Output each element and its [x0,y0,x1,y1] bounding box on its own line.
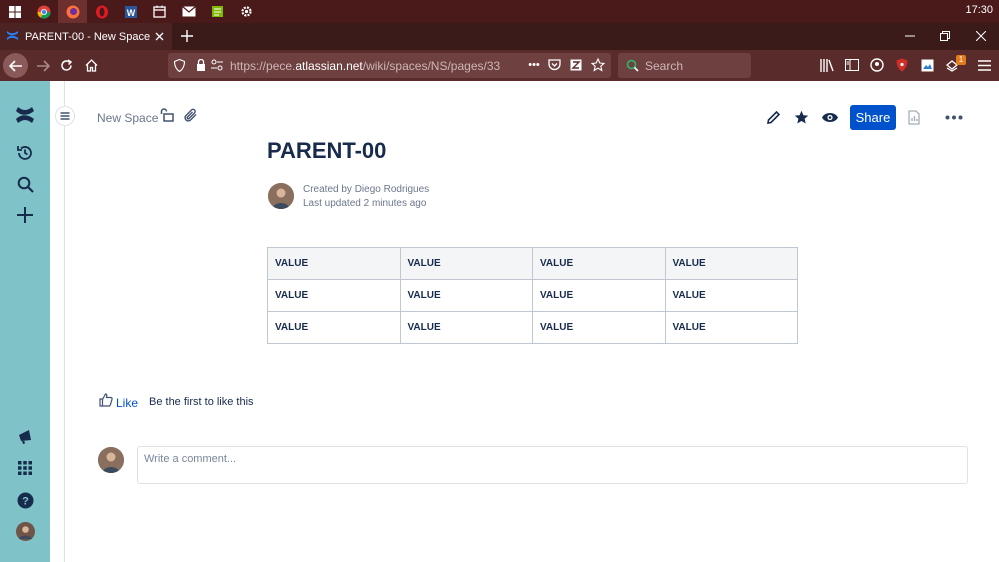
search-placeholder: Search [645,59,684,73]
expand-sidebar-icon[interactable] [55,106,75,126]
back-arrow-icon[interactable] [3,53,28,78]
reload-icon[interactable] [54,53,79,78]
home-icon[interactable] [79,53,104,78]
sidebar-toggle-icon[interactable] [844,57,860,73]
more-actions-icon[interactable] [944,107,964,127]
analytics-icon[interactable] [904,107,924,127]
confluence-logo-icon[interactable] [13,103,37,127]
opera-icon[interactable] [87,0,116,23]
table-cell: VALUE [664,311,798,344]
extension-badge: 1 [956,55,966,65]
profile-avatar[interactable] [13,519,37,543]
attachment-paperclip-icon[interactable] [182,106,200,124]
permissions-icon[interactable] [209,57,225,73]
last-updated[interactable]: Last updated 2 minutes ago [303,198,426,209]
restore-icon[interactable] [937,28,953,44]
system-clock[interactable]: 17:30 [965,4,993,16]
settings-icon[interactable] [232,0,261,23]
create-plus-icon[interactable] [13,203,37,227]
content-table: VALUE VALUE VALUE VALUE VALUE VALUE VALU… [267,247,798,344]
menu-icon[interactable] [976,57,992,73]
breadcrumb-space-link[interactable]: New Space [97,111,158,125]
table-row: VALUE VALUE VALUE VALUE [267,311,798,344]
sidebar-collapsed-edge [50,81,65,562]
page-title: PARENT-00 [267,138,387,163]
table-cell: VALUE [267,279,401,312]
like-label: Like [116,395,139,410]
lastpass-extension-icon[interactable] [894,57,910,73]
recent-history-icon[interactable] [13,141,37,165]
search-engine-icon [624,57,640,73]
pocket-icon[interactable] [546,57,562,73]
reader-view-icon[interactable] [568,57,584,73]
lock-icon[interactable] [193,57,209,73]
forward-arrow-icon[interactable] [30,53,55,78]
table-row: VALUE VALUE VALUE VALUE [267,247,798,280]
confluence-global-nav: ? [0,81,50,562]
tab-title: PARENT-00 - New Space - Test [25,30,153,43]
search-bar[interactable]: Search [618,53,751,78]
comment-placeholder: Write a comment... [144,453,237,465]
restrictions-unlock-icon[interactable] [158,106,176,124]
svg-text:W: W [126,8,135,18]
help-icon[interactable]: ? [13,488,37,512]
created-by[interactable]: Created by Diego Rodrigues [303,184,429,195]
table-cell: VALUE [532,279,666,312]
chrome-icon[interactable] [29,0,58,23]
author-avatar[interactable] [268,183,294,209]
tab-close-icon[interactable] [152,29,166,43]
table-cell: VALUE [664,279,798,312]
bookmark-star-icon[interactable] [590,57,606,73]
table-cell: VALUE [399,247,533,280]
firefox-icon[interactable] [58,0,87,23]
search-icon[interactable] [13,172,37,196]
url-text[interactable]: https://pece.atlassian.net/wiki/spaces/N… [230,59,500,73]
app-switcher-icon[interactable] [13,456,37,480]
table-cell: VALUE [399,279,533,312]
table-cell: VALUE [532,311,666,344]
table-cell: VALUE [664,247,798,280]
notes-icon[interactable] [203,0,232,23]
notifications-megaphone-icon[interactable] [13,425,37,449]
like-status-text: Be the first to like this [149,396,254,408]
table-cell: VALUE [532,247,666,280]
star-icon[interactable] [791,107,811,127]
confluence-favicon-icon [6,29,19,45]
table-cell: VALUE [267,311,401,344]
thumbs-up-icon [99,393,113,412]
mail-icon[interactable] [174,0,203,23]
calendar-icon[interactable] [145,0,174,23]
minimize-icon[interactable] [902,28,918,44]
account-icon[interactable] [869,57,885,73]
library-icon[interactable] [819,57,835,73]
new-tab-icon[interactable] [178,27,196,45]
windows-taskbar: W 17:30 [0,0,999,23]
browser-tab-strip: PARENT-00 - New Space - Test [0,23,999,50]
comment-input[interactable]: Write a comment... [137,446,968,484]
screenshot-extension-icon[interactable] [919,57,935,73]
browser-navbar: https://pece.atlassian.net/wiki/spaces/N… [0,50,999,81]
browser-tab-active[interactable]: PARENT-00 - New Space - Test [0,23,172,50]
table-row: VALUE VALUE VALUE VALUE [267,279,798,312]
tracking-shield-icon[interactable] [171,57,187,73]
edit-pencil-icon[interactable] [763,107,783,127]
word-icon[interactable]: W [116,0,145,23]
like-button[interactable]: Like [99,393,138,412]
url-bar[interactable]: https://pece.atlassian.net/wiki/spaces/N… [168,53,611,78]
table-cell: VALUE [267,247,401,280]
windows-start-icon[interactable] [0,0,29,23]
share-button[interactable]: Share [850,105,896,130]
page-actions-icon[interactable]: ••• [524,57,544,73]
commenter-avatar [98,447,124,473]
svg-text:?: ? [22,495,29,507]
table-cell: VALUE [399,311,533,344]
watch-eye-icon[interactable] [820,107,840,127]
close-window-icon[interactable] [973,28,989,44]
